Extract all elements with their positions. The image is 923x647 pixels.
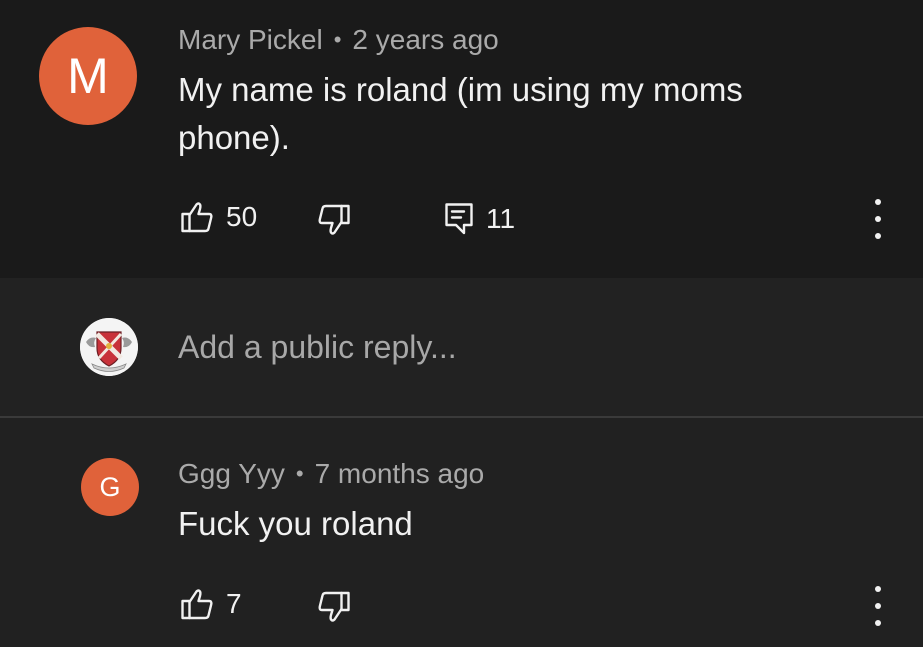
dislike-button[interactable] — [317, 203, 351, 237]
more-vertical-icon — [875, 233, 881, 239]
like-count: 50 — [226, 201, 258, 232]
author-name[interactable]: Mary Pickel — [178, 24, 323, 56]
crest-icon — [80, 318, 138, 376]
comment-reply — [0, 418, 923, 647]
comment-icon — [444, 202, 474, 236]
thumbs-up-icon — [180, 587, 214, 621]
reply-more-options-button[interactable] — [868, 586, 888, 626]
like-button[interactable]: 50 — [180, 200, 257, 234]
reply-author-avatar[interactable]: G — [81, 458, 139, 516]
reply-meta: Ggg Yyy • 7 months ago — [178, 458, 484, 490]
reply-like-count: 7 — [226, 588, 242, 619]
more-vertical-icon — [875, 216, 881, 222]
more-vertical-icon — [875, 199, 881, 205]
reply-text-line: Fuck you roland — [178, 505, 413, 542]
avatar-letter: M — [67, 48, 109, 104]
replies-button[interactable]: 11 — [444, 202, 515, 236]
comment-text: My name is roland (im using my moms phon… — [178, 66, 743, 162]
reply-text: Fuck you roland — [178, 500, 413, 548]
reply-like-button[interactable]: 7 — [180, 587, 242, 621]
comment-time[interactable]: 2 years ago — [352, 24, 498, 56]
reply-time[interactable]: 7 months ago — [315, 458, 485, 490]
reply-input[interactable]: Add a public reply... — [178, 324, 878, 370]
avatar-letter: G — [99, 471, 121, 502]
reply-count: 11 — [486, 203, 516, 234]
more-vertical-icon — [875, 586, 881, 592]
comment-main: M Mary Pickel • 2 years ago My name is r… — [0, 0, 923, 278]
comment-text-line: phone). — [178, 119, 290, 156]
thumbs-down-icon — [317, 590, 351, 624]
author-avatar[interactable]: M — [39, 27, 137, 125]
reply-author-name[interactable]: Ggg Yyy — [178, 458, 285, 490]
user-avatar[interactable] — [80, 318, 138, 376]
meta-separator: • — [295, 461, 304, 486]
more-vertical-icon — [875, 620, 881, 626]
thumbs-down-icon — [317, 203, 351, 237]
meta-separator: • — [333, 27, 342, 52]
more-vertical-icon — [875, 603, 881, 609]
comment-meta: Mary Pickel • 2 years ago — [178, 24, 499, 56]
comment-text-line: My name is roland (im using my moms — [178, 71, 743, 108]
reply-placeholder: Add a public reply... — [178, 329, 457, 365]
more-options-button[interactable] — [868, 199, 888, 239]
reply-dislike-button[interactable] — [317, 590, 351, 624]
thumbs-up-icon — [180, 200, 214, 234]
